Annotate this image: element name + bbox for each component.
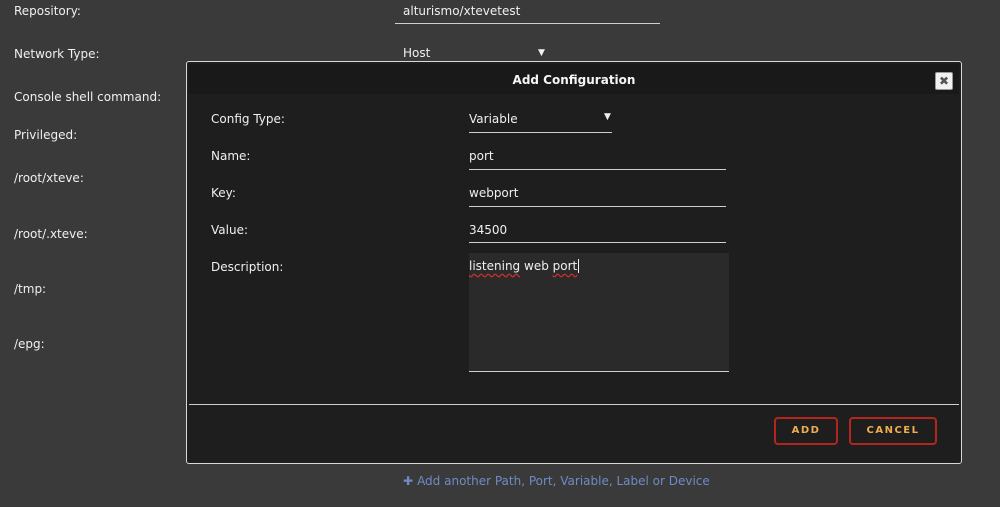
caret-down-icon: ▼ — [538, 48, 545, 58]
privileged-label: Privileged: — [14, 128, 78, 142]
path-tmp-label: /tmp: — [14, 282, 47, 296]
repository-underline — [395, 23, 660, 24]
description-textarea[interactable]: listening web port — [469, 253, 729, 372]
dialog-divider — [189, 404, 959, 405]
path-dot-xteve-label: /root/.xteve: — [14, 227, 88, 241]
config-type-underline — [469, 132, 612, 133]
name-underline — [469, 169, 726, 170]
repository-input[interactable]: alturismo/xtevetest — [403, 4, 520, 18]
description-word-1: listening — [469, 259, 521, 273]
caret-down-icon: ▼ — [604, 112, 611, 122]
value-underline — [469, 242, 726, 243]
dialog-header: Add Configuration ✖ — [189, 64, 959, 94]
key-input[interactable]: webport — [469, 186, 518, 200]
description-word-2: web — [524, 259, 549, 273]
network-type-label: Network Type: — [14, 47, 100, 61]
config-type-select[interactable]: Variable — [469, 112, 518, 126]
network-type-select[interactable]: Host — [403, 46, 430, 60]
description-text: listening web port — [469, 259, 580, 273]
config-type-label: Config Type: — [211, 112, 285, 126]
repository-label: Repository: — [14, 4, 81, 18]
dialog-title: Add Configuration — [512, 73, 636, 87]
name-input[interactable]: port — [469, 149, 494, 163]
name-label: Name: — [211, 149, 251, 163]
value-label: Value: — [211, 223, 248, 237]
description-label: Description: — [211, 260, 284, 274]
cancel-button[interactable]: CANCEL — [849, 417, 937, 445]
add-button[interactable]: ADD — [774, 417, 838, 445]
plus-icon: ✚ — [403, 474, 414, 488]
console-shell-label: Console shell command: — [14, 90, 162, 104]
close-icon[interactable]: ✖ — [935, 72, 953, 90]
key-label: Key: — [211, 186, 236, 200]
key-underline — [469, 206, 726, 207]
add-another-link-label: Add another Path, Port, Variable, Label … — [417, 474, 710, 488]
value-input[interactable]: 34500 — [469, 223, 507, 237]
add-another-link[interactable]: ✚ Add another Path, Port, Variable, Label… — [403, 474, 710, 488]
path-xteve-label: /root/xteve: — [14, 171, 84, 185]
description-word-3: port — [552, 259, 578, 273]
path-epg-label: /epg: — [14, 337, 45, 351]
add-configuration-dialog: Add Configuration ✖ Config Type: Variabl… — [186, 61, 962, 464]
text-cursor — [578, 259, 580, 273]
